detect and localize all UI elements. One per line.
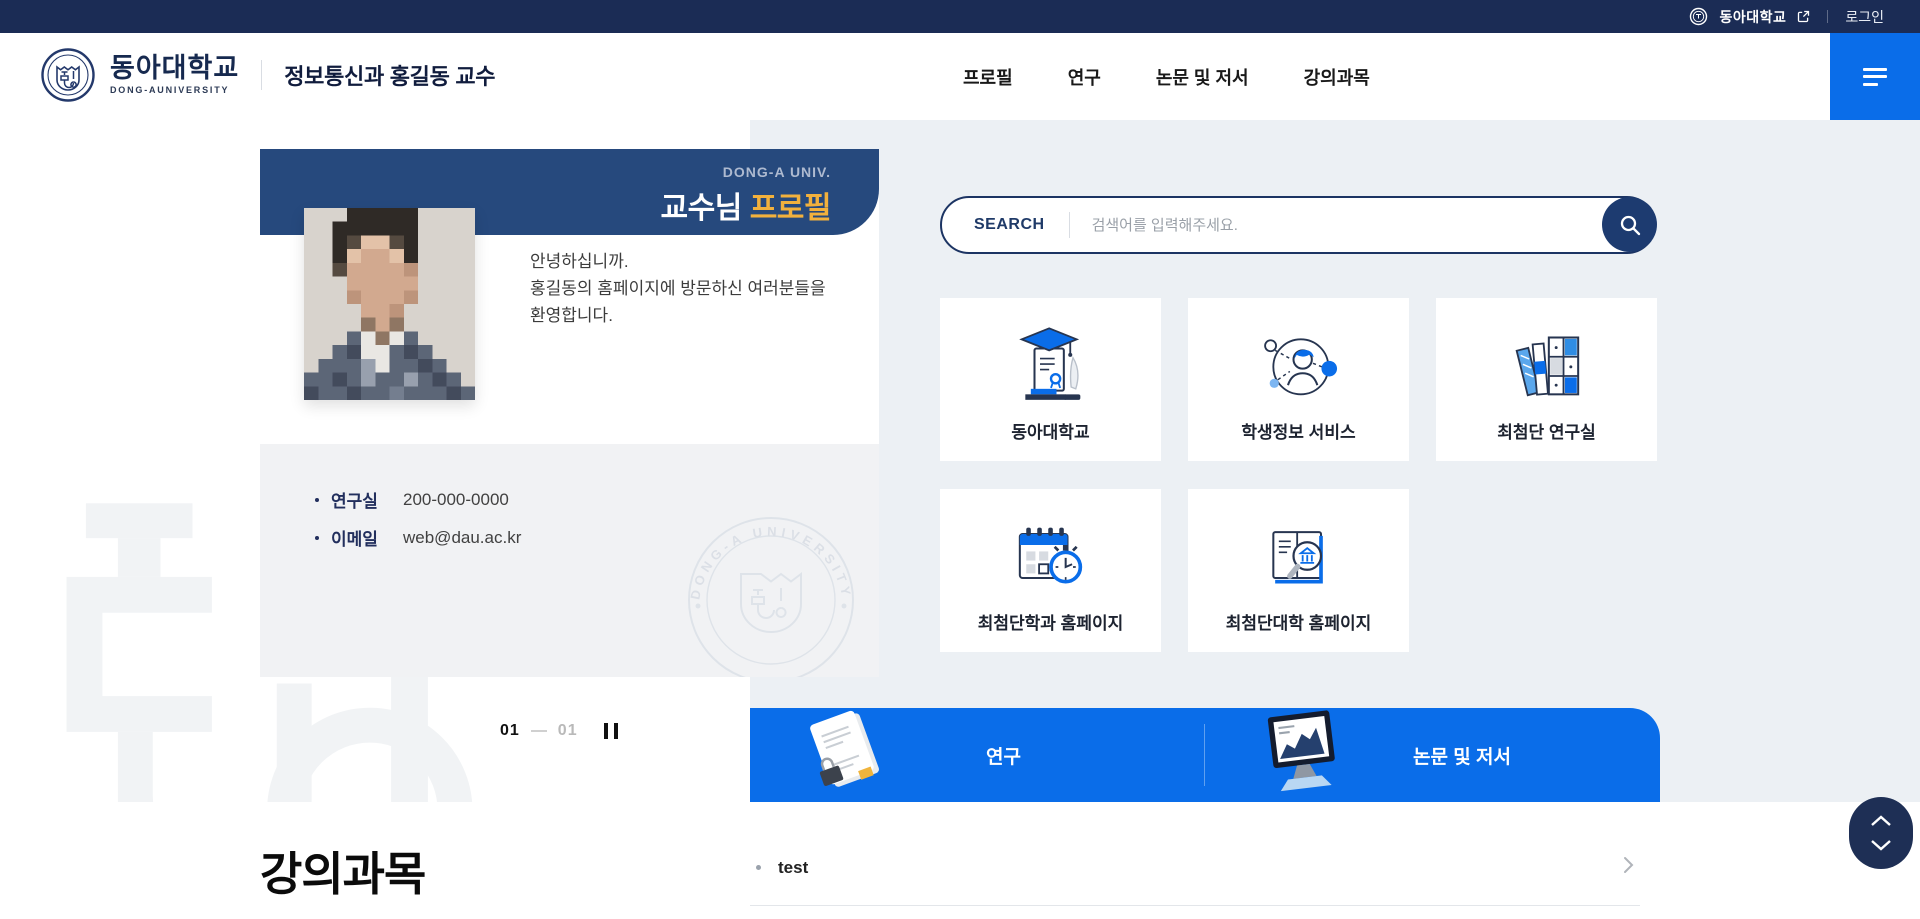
bookshelf-icon — [1501, 317, 1593, 409]
university-logo-icon — [40, 47, 96, 103]
main-content: DONG-A UNIV. 교수님 프로필 DONG-A UNIVERS — [0, 120, 1920, 802]
quick-link-dept-homepage[interactable]: 최첨단학과 홈페이지 — [940, 489, 1161, 652]
professor-profile-card: DONG-A UNIV. 교수님 프로필 DONG-A UNIVERS — [260, 149, 879, 677]
bullet-dot — [315, 536, 319, 540]
contact-list: 연구실 200-000-0000 이메일 web@dau.ac.kr — [315, 487, 521, 563]
search-input[interactable] — [1092, 217, 1654, 234]
slider-controls: 01 01 — [500, 722, 618, 740]
university-seal-watermark: DONG-A UNIVERSITY — [685, 514, 857, 677]
course-list: test — [750, 840, 1640, 906]
greeting-text: 안녕하십니까. 홍길동의 홈페이지에 방문하신 여러분들을 환영합니다. — [530, 249, 826, 330]
courses-heading: 강의과목 — [260, 838, 425, 904]
chevron-right-icon — [1623, 856, 1634, 879]
contact-row-office: 연구실 200-000-0000 — [315, 487, 521, 512]
course-row[interactable]: test — [750, 840, 1640, 906]
logo-english: DONG-AUNIVERSITY — [110, 86, 239, 95]
external-link-icon[interactable] — [1797, 10, 1810, 23]
topbar-divider — [1827, 10, 1828, 23]
nav-item-profile[interactable]: 프로필 — [963, 64, 1013, 90]
professor-photo — [304, 208, 475, 400]
logo-type: 동아대학교 DONG-AUNIVERSITY — [110, 55, 239, 95]
university-seal-icon — [1689, 7, 1708, 26]
banner-links: 연구 논문 및 저서 — [750, 708, 1660, 802]
scroll-up-icon[interactable] — [1870, 814, 1892, 827]
profile-eyebrow: DONG-A UNIV. — [260, 164, 831, 180]
search-button[interactable] — [1602, 197, 1657, 252]
topbar-university-link[interactable]: 동아대학교 — [1719, 7, 1786, 27]
magnifier-icon — [1617, 212, 1643, 238]
bullet-dot — [315, 498, 319, 502]
student-network-icon — [1253, 317, 1345, 409]
book-magnifier-icon — [1253, 508, 1345, 600]
diploma-graduation-icon — [1005, 317, 1097, 409]
search-bar: SEARCH — [940, 196, 1656, 254]
slide-total: 01 — [558, 722, 578, 740]
brand-divider — [261, 60, 262, 90]
quick-link-college-homepage[interactable]: 최첨단대학 홈페이지 — [1188, 489, 1409, 652]
scroll-down-icon[interactable] — [1870, 839, 1892, 852]
papers-clip-icon — [792, 707, 898, 804]
banner-link-research[interactable]: 연구 — [750, 708, 1205, 802]
search-label: SEARCH — [974, 216, 1045, 234]
calendar-stopwatch-icon — [1005, 508, 1097, 600]
search-divider — [1069, 212, 1070, 238]
professor-homepage: 동아대학교 로그인 동아대학교 DONG-AUN — [0, 0, 1920, 919]
main-nav: 프로필 연구 논문 및 저서 강의과목 — [963, 33, 1370, 120]
quick-link-student-info[interactable]: 학생정보 서비스 — [1188, 298, 1409, 461]
nav-item-research[interactable]: 연구 — [1068, 64, 1101, 90]
hamburger-menu-icon[interactable] — [1830, 33, 1920, 120]
quick-link-donga-univ[interactable]: 동아대학교 — [940, 298, 1161, 461]
pause-icon[interactable] — [604, 723, 618, 739]
slide-current: 01 — [500, 722, 520, 740]
svg-text:DONG-A UNIVERSITY: DONG-A UNIVERSITY — [687, 524, 854, 601]
top-utility-bar: 동아대학교 로그인 — [0, 0, 1920, 33]
banner-link-papers[interactable]: 논문 및 저서 — [1205, 708, 1660, 802]
slide-dash — [531, 730, 547, 732]
professor-photo-pixels — [304, 208, 475, 400]
monitor-chart-icon — [1255, 707, 1351, 804]
scroll-widget — [1849, 797, 1913, 869]
brand[interactable]: 동아대학교 DONG-AUNIVERSITY 정보통신과 홍길동 교수 — [40, 47, 495, 103]
nav-item-papers[interactable]: 논문 및 저서 — [1156, 64, 1249, 90]
site-header: 동아대학교 DONG-AUNIVERSITY 정보통신과 홍길동 교수 프로필 … — [0, 33, 1920, 120]
quick-link-research-lab[interactable]: 최첨단 연구실 — [1436, 298, 1657, 461]
login-link[interactable]: 로그인 — [1845, 7, 1884, 27]
nav-item-courses[interactable]: 강의과목 — [1304, 64, 1370, 90]
quick-link-grid: 동아대학교 학생정보 서비스 — [940, 298, 1657, 652]
bullet-dot — [756, 865, 761, 870]
logo-korean: 동아대학교 — [110, 55, 239, 82]
contact-row-email: 이메일 web@dau.ac.kr — [315, 525, 521, 550]
profile-title-accent: 프로필 — [750, 192, 831, 225]
courses-section: 강의과목 test — [0, 802, 1920, 919]
site-title: 정보통신과 홍길동 교수 — [284, 59, 495, 91]
